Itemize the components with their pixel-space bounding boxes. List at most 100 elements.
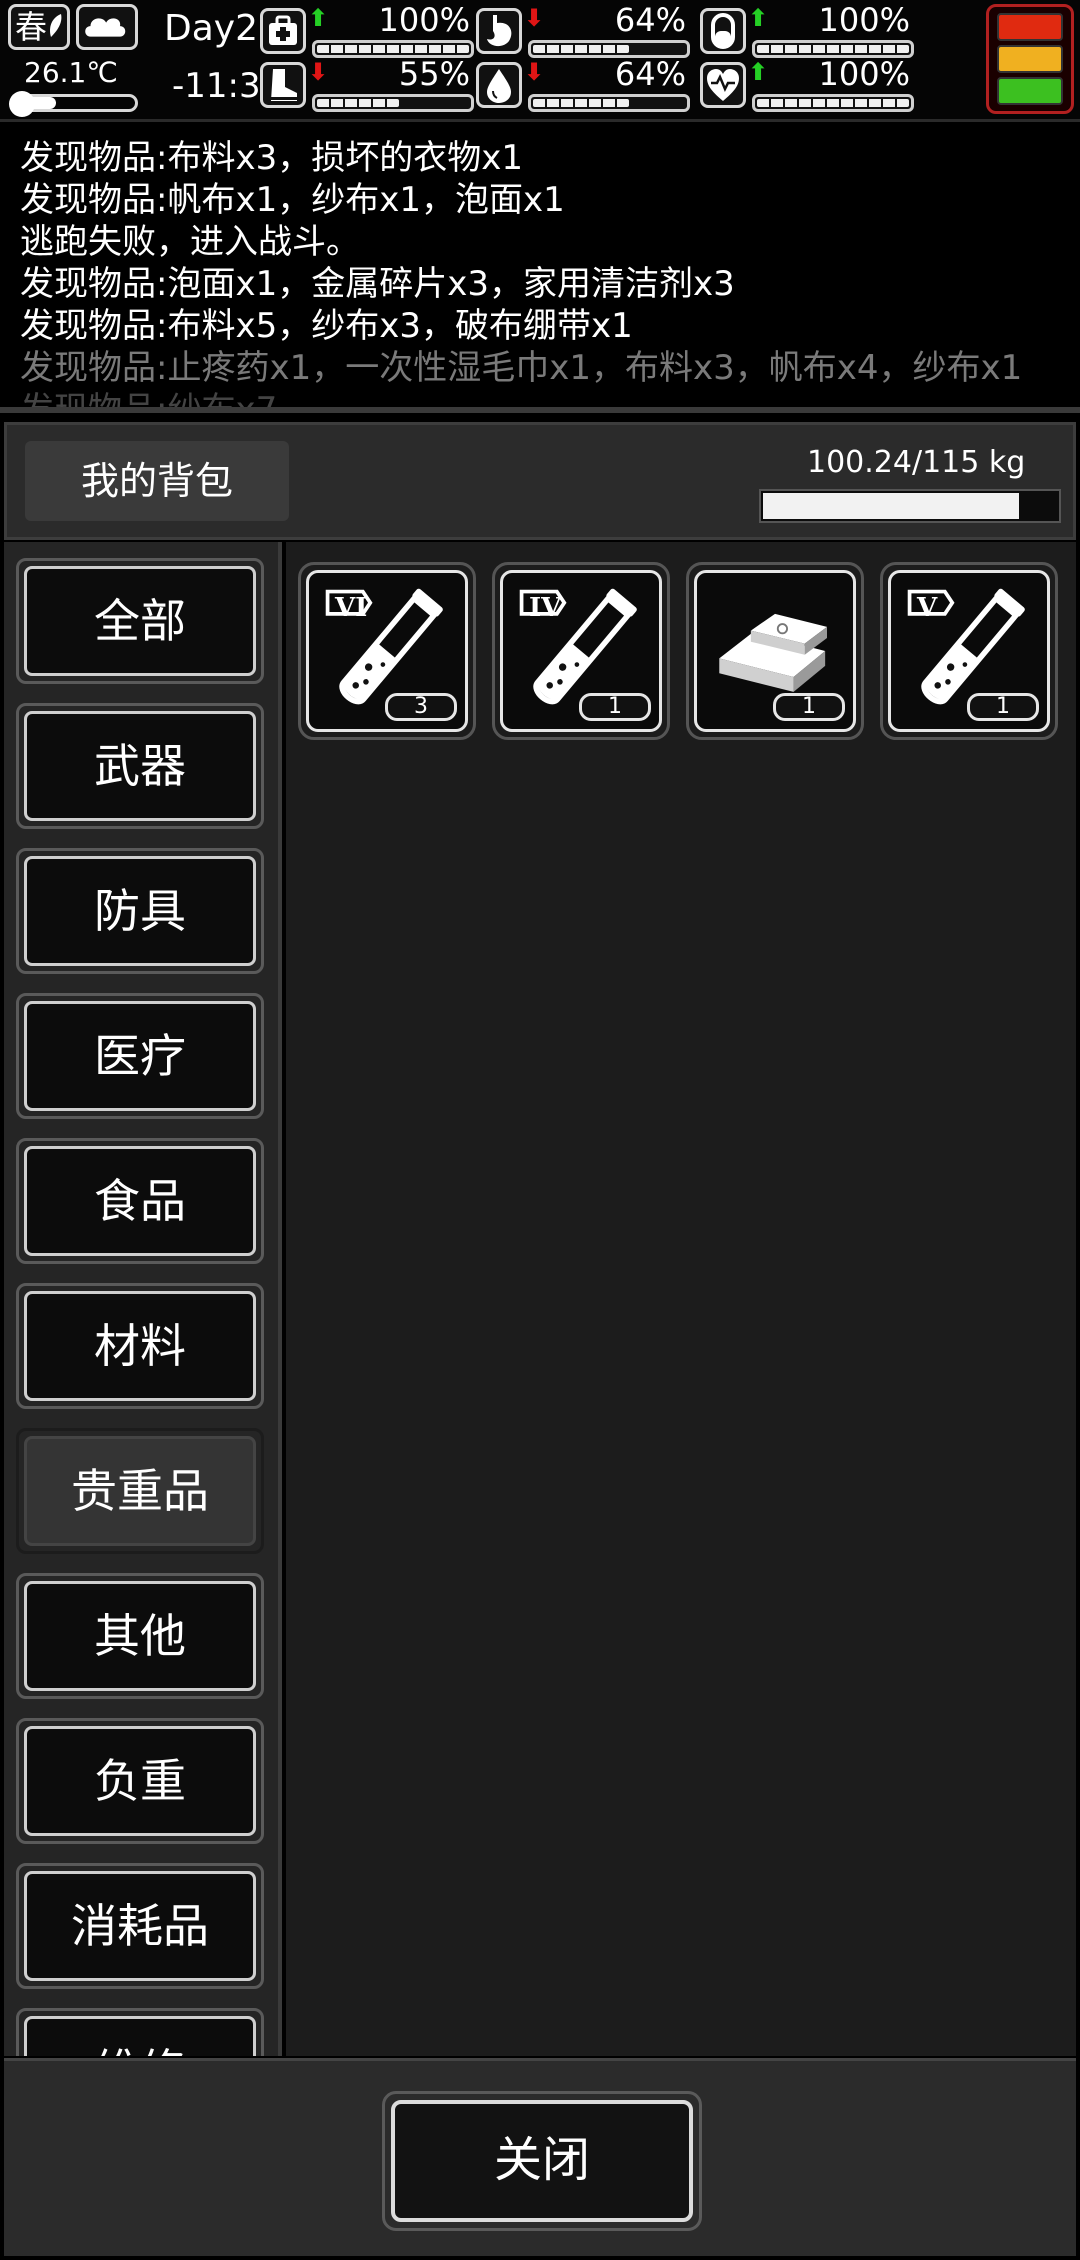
category-tab[interactable]: 消耗品 [16,1863,264,1989]
trend-down-icon: ⬇ [524,58,545,86]
log-line: 发现物品:帆布x1，纱布x1，泡面x1 [20,180,565,220]
log-line: 发现物品:纱布x7 [20,390,278,413]
category-tab[interactable]: 维修 [16,2008,264,2056]
category-label: 贵重品 [24,1436,256,1546]
danger-light-segment [997,45,1063,73]
cloud-icon [85,18,126,37]
stat-health[interactable]: ⬆ 100% [260,1,474,58]
close-button-label: 关闭 [391,2100,693,2222]
stat-value: 64% [614,1,686,39]
item-slot-frame: 1 [694,570,856,732]
stat-bar-fill [757,99,909,107]
trend-down-icon: ⬇ [308,58,329,86]
trend-up-icon: ⬆ [748,4,769,32]
stat-value: 64% [614,55,686,93]
season-indicator: 春 [8,4,70,50]
footer-bar: 关闭 [4,2058,1076,2256]
category-tab[interactable]: 其他 [16,1573,264,1699]
trend-up-icon: ⬆ [308,4,329,32]
category-label: 材料 [24,1291,256,1401]
item-slot-frame: IV 1 [500,570,662,732]
leaf-icon [50,14,62,37]
category-sidebar[interactable]: 全部武器防具医疗食品材料贵重品其他负重消耗品维修 [4,542,282,2056]
log-line: 发现物品:止疼药x1，一次性湿毛巾x1，布料x3，帆布x4，纱布x1 [20,348,1023,388]
trend-up-icon: ⬆ [748,58,769,86]
item-slot[interactable]: V1 [880,562,1058,740]
stat-bar [752,94,914,112]
log-line: 发现物品:布料x5，纱布x3，破布绷带x1 [20,306,633,346]
stat-bar-fill [757,45,909,53]
water-drop-icon [476,62,522,108]
stat-stamina[interactable]: ⬇ 55% [260,55,474,112]
danger-light-segment [997,77,1063,105]
item-tier: IV [529,593,562,623]
category-tab[interactable]: 贵重品 [16,1428,264,1554]
backpack-header: 我的背包 100.24/115 kg [4,422,1076,540]
category-label: 武器 [24,711,256,821]
weight-fill [763,493,1019,519]
category-label: 食品 [24,1146,256,1256]
log-line: 逃跑失败，进入战斗。 [20,222,360,262]
item-tier: VI [335,593,368,623]
weight-bar [759,489,1061,523]
trend-down-icon: ⬇ [524,4,545,32]
category-label: 其他 [24,1581,256,1691]
stat-mood[interactable]: ⬆ 100% [700,55,914,112]
item-count: 1 [773,693,845,721]
pill-icon [700,8,746,54]
category-label: 全部 [24,566,256,676]
heart-icon [700,62,746,108]
stat-bar [528,94,690,112]
category-tab[interactable]: 医疗 [16,993,264,1119]
stat-bar-fill [533,45,629,53]
category-tab[interactable]: 防具 [16,848,264,974]
weight-readout: 100.24/115 kg [807,445,1026,480]
category-label: 防具 [24,856,256,966]
log-line: 发现物品:布料x3，损坏的衣物x1 [20,138,523,178]
item-count: 1 [579,693,651,721]
category-tab[interactable]: 武器 [16,703,264,829]
item-slot[interactable]: 1 [686,562,864,740]
category-label: 医疗 [24,1001,256,1111]
log-line: 发现物品:泡面x1，金属碎片x3，家用清洁剂x3 [20,264,735,304]
stat-bar [312,94,474,112]
item-grid: VI 3 IV 1 1 V 1 [286,542,1076,2056]
item-count: 1 [967,693,1039,721]
thermometer-bulb [9,91,35,117]
item-slot-frame: VI 3 [306,570,468,732]
category-label: 负重 [24,1726,256,1836]
stat-bar-fill [317,45,469,53]
thermometer-bar [9,91,138,117]
danger-light-segment [997,13,1063,41]
stat-value: 100% [818,55,910,93]
weather-indicator [76,4,138,50]
message-log[interactable]: 发现物品:布料x3，损坏的衣物x1 发现物品:帆布x1，纱布x1，泡面x1 逃跑失败… [0,125,1080,413]
stat-hunger[interactable]: ⬇ 64% [476,1,690,58]
item-tier: V [917,593,938,623]
danger-light[interactable] [986,4,1074,114]
season-label: 春 [15,8,48,46]
boot-icon [260,62,306,108]
stat-bar-fill [317,99,399,107]
item-slot[interactable]: IV 1 [492,562,670,740]
close-button[interactable]: 关闭 [382,2091,702,2231]
status-hud: 春 26.1℃ Day221 -11:34- ⬆ 100% ⬇ 64% ⬆ 100% ⬇ 55… [0,0,1080,122]
category-tab[interactable]: 材料 [16,1283,264,1409]
stat-value: 100% [378,1,470,39]
stat-medicine[interactable]: ⬆ 100% [700,1,914,58]
stat-thirst[interactable]: ⬇ 64% [476,55,690,112]
stomach-icon [476,8,522,54]
temperature-readout: 26.1℃ [24,56,118,89]
category-tab[interactable]: 负重 [16,1718,264,1844]
stat-value: 55% [398,55,470,93]
category-label: 维修 [24,2016,256,2056]
item-slot[interactable]: VI 3 [298,562,476,740]
category-tab[interactable]: 食品 [16,1138,264,1264]
stat-bar-fill [533,99,629,107]
category-label: 消耗品 [24,1871,256,1981]
category-tab[interactable]: 全部 [16,558,264,684]
first-aid-icon [260,8,306,54]
stat-value: 100% [818,1,910,39]
item-slot-frame: V1 [888,570,1050,732]
item-count: 3 [385,693,457,721]
